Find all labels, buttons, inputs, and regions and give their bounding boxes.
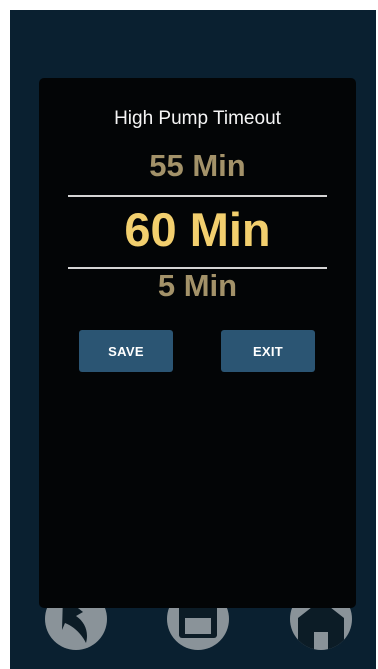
picker-previous-value[interactable]: 55 Min [39, 148, 356, 184]
dialog-title: High Pump Timeout [114, 108, 281, 129]
picker-selected-value[interactable]: 60 Min [39, 202, 356, 257]
app-screen: High Pump Timeout 55 Min 60 Min 5 Min SA… [10, 10, 376, 669]
timeout-dialog: High Pump Timeout 55 Min 60 Min 5 Min SA… [39, 78, 356, 608]
picker-top-divider [68, 195, 327, 197]
picker-next-value[interactable]: 5 Min [39, 268, 356, 304]
save-button[interactable]: SAVE [79, 330, 173, 372]
exit-button[interactable]: EXIT [221, 330, 315, 372]
